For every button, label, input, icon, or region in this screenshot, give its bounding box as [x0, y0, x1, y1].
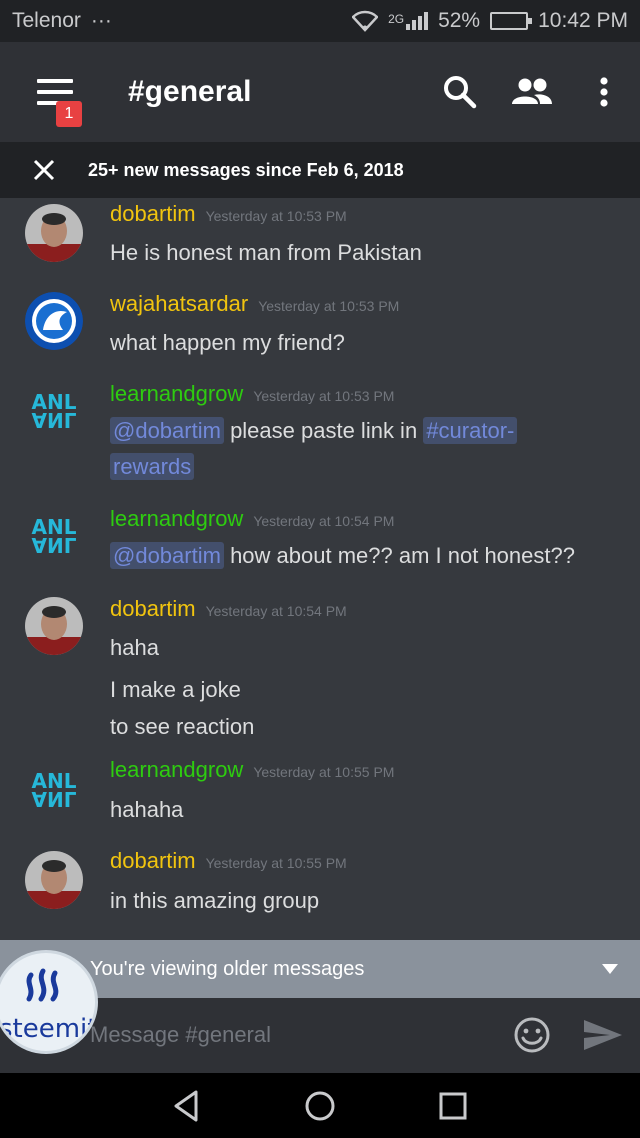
- status-bar: Telenor ··· 2G 52% 10:42 PM: [0, 0, 640, 42]
- channel-mention[interactable]: rewards: [110, 453, 195, 480]
- message-timestamp: Yesterday at 10:53 PM: [205, 208, 347, 224]
- message-timestamp: Yesterday at 10:54 PM: [205, 603, 347, 619]
- message-text: @dobartim how about me?? am I not honest…: [110, 542, 575, 569]
- message-author[interactable]: learnandgrow Yesterday at 10:55 PM: [110, 757, 394, 783]
- svg-text:ANL: ANL: [32, 533, 77, 557]
- channel-toolbar: 1 #general: [0, 42, 640, 142]
- user-mention[interactable]: @dobartim: [110, 417, 224, 444]
- wifi-icon: [352, 10, 379, 32]
- clock: 10:42 PM: [538, 9, 628, 32]
- menu-button[interactable]: 1: [0, 42, 110, 142]
- notification-badge: 1: [56, 101, 82, 127]
- message-text: what happen my friend?: [110, 330, 345, 355]
- message-timestamp: Yesterday at 10:54 PM: [253, 513, 395, 529]
- back-icon[interactable]: [170, 1089, 204, 1123]
- more-options-button[interactable]: [568, 42, 640, 142]
- message-text: I make a joke: [110, 677, 241, 702]
- members-button[interactable]: [496, 42, 568, 142]
- message-text: @dobartim please paste link in #curator-: [110, 417, 518, 444]
- message-item: dobartim Yesterday at 10:53 PM He is hone…: [0, 198, 640, 288]
- message-text: hahaha: [110, 797, 184, 822]
- new-messages-bar[interactable]: 25+ new messages since Feb 6, 2018: [0, 142, 640, 198]
- message-input[interactable]: [90, 1016, 500, 1054]
- channel-title: #general: [128, 75, 252, 108]
- message-timestamp: Yesterday at 10:53 PM: [258, 298, 400, 314]
- message-item: ANL ANL learnandgrow Yesterday at 10:54 P…: [0, 503, 640, 593]
- message-author[interactable]: dobartim Yesterday at 10:54 PM: [110, 596, 347, 622]
- message-author[interactable]: learnandgrow Yesterday at 10:54 PM: [110, 506, 394, 532]
- message-item: dobartim Yesterday at 10:54 PM haha I mak…: [0, 593, 640, 753]
- message-list[interactable]: dobartim Yesterday at 10:53 PM He is hone…: [0, 198, 640, 940]
- caret-down-icon: [602, 964, 618, 974]
- message-item: ANL ANL learnandgrow Yesterday at 10:55 P…: [0, 753, 640, 843]
- message-text: in this amazing group: [110, 888, 320, 913]
- home-icon[interactable]: [303, 1089, 337, 1123]
- message-item: ANL ANL learnandgrow Yesterday at 10:53 P…: [0, 378, 640, 503]
- user-avatar-learnandgrow[interactable]: ANL ANL: [25, 761, 83, 819]
- dismiss-new-messages-button[interactable]: [0, 158, 88, 182]
- svg-text:ANL: ANL: [32, 787, 77, 811]
- user-mention[interactable]: @dobartim: [110, 542, 224, 569]
- user-avatar-learnandgrow[interactable]: ANL ANL: [25, 382, 83, 440]
- user-avatar-wajahatsardar[interactable]: [25, 292, 83, 350]
- recents-icon[interactable]: [436, 1089, 470, 1123]
- more-notifications-indicator: ···: [90, 9, 112, 32]
- new-messages-text: 25+ new messages since Feb 6, 2018: [88, 159, 404, 180]
- message-author[interactable]: wajahatsardar Yesterday at 10:53 PM: [110, 291, 399, 317]
- network-type: 2G: [388, 12, 405, 26]
- user-avatar-dobartim[interactable]: [25, 597, 83, 655]
- message-timestamp: Yesterday at 10:55 PM: [205, 855, 347, 871]
- message-item: wajahatsardar Yesterday at 10:53 PM what …: [0, 288, 640, 378]
- emoji-icon[interactable]: [512, 1015, 552, 1055]
- message-text: He is honest man from Pakistan: [110, 240, 422, 265]
- search-button[interactable]: [424, 42, 496, 142]
- user-avatar-dobartim[interactable]: [25, 851, 83, 909]
- battery-icon: [490, 12, 533, 30]
- message-author[interactable]: dobartim Yesterday at 10:53 PM: [110, 201, 347, 227]
- search-icon: [444, 76, 477, 109]
- carrier-name: Telenor: [12, 9, 81, 32]
- members-icon: [512, 78, 552, 104]
- user-avatar-learnandgrow[interactable]: ANL ANL: [25, 507, 83, 565]
- signal-icon: 2G: [388, 12, 429, 30]
- send-icon[interactable]: [582, 1018, 624, 1052]
- svg-text:ANL: ANL: [32, 408, 77, 432]
- kebab-menu-icon: [600, 77, 608, 107]
- message-text: rewards: [110, 453, 195, 480]
- older-messages-text: You're viewing older messages: [90, 957, 365, 980]
- android-navigation-bar: [0, 1073, 640, 1138]
- message-text: to see reaction: [110, 714, 255, 739]
- channel-mention[interactable]: #curator-: [423, 417, 518, 444]
- close-icon: [33, 159, 55, 181]
- user-avatar-dobartim[interactable]: [25, 204, 83, 262]
- message-author[interactable]: dobartim Yesterday at 10:55 PM: [110, 848, 347, 874]
- message-timestamp: Yesterday at 10:53 PM: [253, 388, 395, 404]
- message-timestamp: Yesterday at 10:55 PM: [253, 764, 395, 780]
- battery-percent: 52%: [438, 9, 481, 32]
- message-item: dobartim Yesterday at 10:55 PM in this am…: [0, 843, 640, 940]
- message-text: haha: [110, 635, 159, 660]
- message-author[interactable]: learnandgrow Yesterday at 10:53 PM: [110, 381, 394, 407]
